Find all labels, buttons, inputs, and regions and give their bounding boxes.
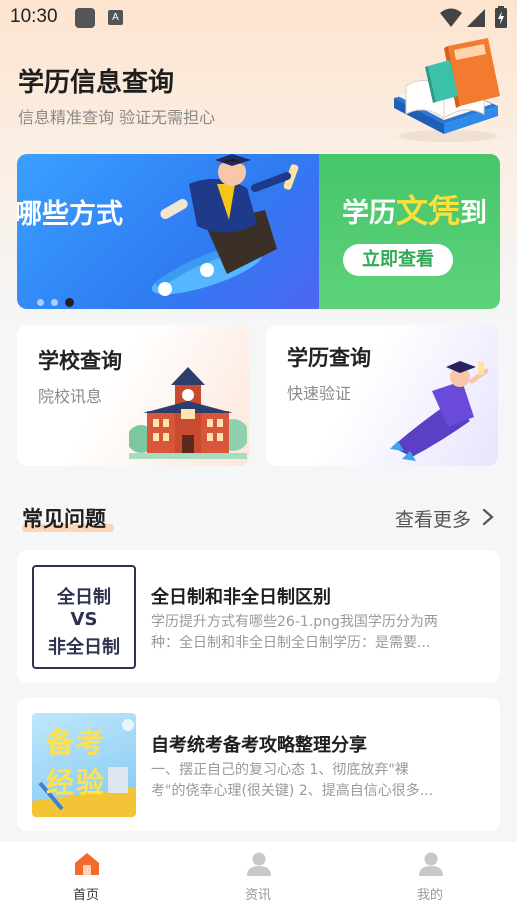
article-description: 一、摆正自己的复习心态 1、彻底放弃"裸 考"的侥幸心理(很关键) 2、提高自信… xyxy=(151,760,451,802)
person-icon xyxy=(247,852,271,876)
banner-view-now-button[interactable]: 立即查看 xyxy=(343,244,453,276)
article-description-line: 种：全日制和非全日制全日制学历：是需要... xyxy=(151,635,431,651)
school-query-title: 学校查询 xyxy=(38,349,122,373)
article-card[interactable]: 全日制 VS 非全日制 全日制和非全日制区别 学历提升方式有哪些26-1.png… xyxy=(17,550,500,683)
nav-item-home[interactable]: 首页 xyxy=(0,842,172,919)
article-description-line: 学历提升方式有哪些26-1.png我国学历分为两 xyxy=(151,614,438,630)
nav-item-mine[interactable]: 我的 xyxy=(344,842,516,919)
banner-dot[interactable] xyxy=(37,299,44,306)
banner-dot-active[interactable] xyxy=(65,298,74,307)
nav-label-home: 首页 xyxy=(72,888,99,903)
article-title: 全日制和非全日制区别 xyxy=(151,587,331,608)
status-bar: 10:30 A xyxy=(0,0,517,36)
flying-graduate-illustration xyxy=(390,361,489,461)
cell-signal-icon xyxy=(467,9,485,27)
article-description-line: 考"的侥幸心理(很关键) 2、提高自信心很多... xyxy=(151,783,434,799)
graduate-skateboard-illustration xyxy=(151,154,299,296)
banner-dot[interactable] xyxy=(51,299,58,306)
article-thumbnail: 全日制 VS 非全日制 xyxy=(32,565,136,669)
banner-right-text-a: 学历 xyxy=(342,198,396,229)
view-more-link[interactable]: 查看更多 xyxy=(395,505,471,532)
banner-right-text-highlight: 文凭 xyxy=(396,192,461,230)
promo-banner[interactable]: 哪些方式 学历文凭到 立即查看 xyxy=(17,154,500,309)
thumb-text-line: 经验 xyxy=(46,766,107,799)
wifi-icon xyxy=(440,8,462,27)
page-title: 学历信息查询 xyxy=(18,68,175,98)
banner-right-text-c: 到 xyxy=(460,198,488,229)
battery-icon xyxy=(495,6,507,28)
books-illustration xyxy=(394,38,500,142)
education-query-card[interactable]: 学历查询 快速验证 xyxy=(266,325,498,466)
education-query-subtitle: 快速验证 xyxy=(287,384,352,403)
school-query-card[interactable]: 学校查询 院校讯息 xyxy=(17,325,249,466)
nav-item-news[interactable]: 资讯 xyxy=(172,842,344,919)
nav-label-news: 资讯 xyxy=(244,888,271,903)
school-building-illustration xyxy=(129,367,247,459)
bottom-navigation: 首页 资讯 我的 xyxy=(0,842,517,919)
notification-app-icon xyxy=(75,8,95,28)
education-query-title: 学历查询 xyxy=(287,346,371,370)
chevron-right-icon[interactable] xyxy=(482,508,494,526)
thumb-text-line: 非全日制 xyxy=(48,637,120,658)
profile-icon xyxy=(419,852,443,876)
article-thumbnail: 备考 经验 xyxy=(32,713,136,817)
school-query-subtitle: 院校讯息 xyxy=(38,387,103,406)
faq-section-title: 常见问题 xyxy=(22,503,114,533)
article-description: 学历提升方式有哪些26-1.png我国学历分为两 种：全日制和非全日制全日制学历… xyxy=(151,612,451,654)
article-card[interactable]: 备考 经验 自考统考备考攻略整理分享 一、摆正自己的复习心态 1、彻底放弃"裸 … xyxy=(17,698,500,831)
thumb-text-line: 备考 xyxy=(46,726,107,759)
keyboard-notification-icon: A xyxy=(108,10,123,25)
article-title: 自考统考备考攻略整理分享 xyxy=(151,735,367,756)
nav-label-mine: 我的 xyxy=(416,888,443,903)
thumb-text-line: 全日制 xyxy=(57,587,111,608)
thumb-text-line: VS xyxy=(70,609,98,630)
home-icon xyxy=(75,853,99,875)
banner-right-text: 学历文凭到 xyxy=(342,186,487,232)
article-description-line: 一、摆正自己的复习心态 1、彻底放弃"裸 xyxy=(151,762,409,778)
status-time: 10:30 xyxy=(10,6,58,27)
page-subtitle: 信息精准查询 验证无需担心 xyxy=(18,108,216,127)
banner-left-text: 哪些方式 xyxy=(17,199,123,230)
banner-pagination xyxy=(37,291,81,309)
